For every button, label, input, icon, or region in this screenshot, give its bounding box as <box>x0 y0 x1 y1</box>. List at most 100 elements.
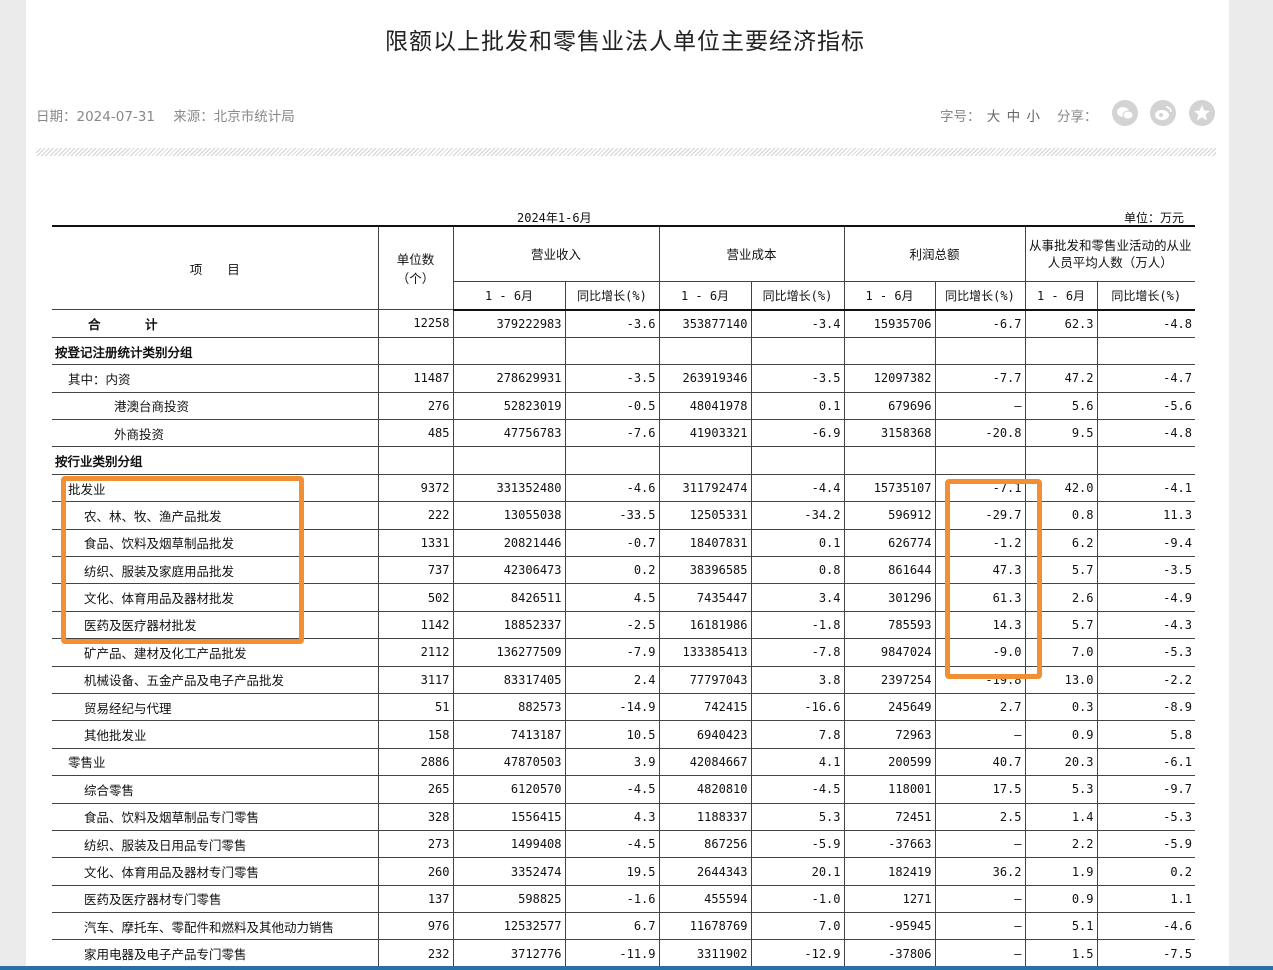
cell-profit-g: -19.8 <box>935 666 1026 694</box>
cell-cost: 12505331 <box>659 501 752 530</box>
cell-profit: -37663 <box>844 830 936 859</box>
table-row: 农、林、牧、渔产品批发 222 13055038 -33.5 12505331 -34.2… <box>52 501 1195 530</box>
cell-rev: 47870503 <box>453 748 566 777</box>
row-label: 家用电器及电子产品专门零售 <box>52 939 379 968</box>
cell-emp-g: -5.3 <box>1097 638 1195 667</box>
share-label: 分享： <box>1057 109 1098 125</box>
cell-rev-g: -7.6 <box>565 419 660 448</box>
cell-rev-g: -7.9 <box>565 638 660 667</box>
font-size-large[interactable]: 大 <box>987 109 1001 125</box>
publish-source: 来源：北京市统计局 <box>173 109 295 125</box>
cell-cost: 11678769 <box>659 912 752 941</box>
cell-cost-g: -4.5 <box>751 775 845 804</box>
table-row: 家用电器及电子产品专门零售 232 3712776 -11.9 3311902 -12.9… <box>52 939 1195 968</box>
cell-units: 2886 <box>378 748 454 777</box>
header-item: 项 目 <box>52 225 379 310</box>
cell-profit-g: -9.0 <box>935 638 1026 667</box>
cell-cost-g: 0.1 <box>751 529 845 558</box>
cell-rev-g: 2.4 <box>565 666 660 694</box>
cell-profit-g: 2.7 <box>935 693 1026 722</box>
cell-emp <box>1025 337 1098 366</box>
cell-emp: 2.2 <box>1025 830 1098 859</box>
cell-profit: 9847024 <box>844 638 936 667</box>
table-row: 纺织、服装及家庭用品批发 737 42306473 0.2 38396585 0.8 861… <box>52 556 1195 585</box>
cell-cost-g: 20.1 <box>751 857 845 886</box>
cell-cost <box>659 446 752 475</box>
cell-emp: 62.3 <box>1025 309 1098 338</box>
row-label: 贸易经纪与代理 <box>52 693 379 722</box>
cell-profit-g: — <box>935 830 1026 859</box>
row-label: 文化、体育用品及器材专门零售 <box>52 857 379 886</box>
wechat-icon[interactable] <box>1112 100 1138 126</box>
row-label: 港澳台商投资 <box>52 392 379 421</box>
cell-emp: 7.0 <box>1025 638 1098 667</box>
cell-rev <box>453 337 566 366</box>
cell-units: 9372 <box>378 474 454 503</box>
table-row: 矿产品、建材及化工产品批发 2112 136277509 -7.9 133385413-… <box>52 638 1195 667</box>
cell-rev: 598825 <box>453 885 566 914</box>
cell-units: 222 <box>378 501 454 530</box>
cell-cost-g: -6.9 <box>751 419 845 448</box>
table-row: 批发业 9372 331352480 -4.6 311792474 -4.4 1573510… <box>52 474 1195 503</box>
cell-cost-g: 0.1 <box>751 392 845 421</box>
cell-rev: 3712776 <box>453 939 566 968</box>
cell-profit-g: -7.7 <box>935 364 1026 393</box>
cell-profit-g: -29.7 <box>935 501 1026 530</box>
cell-emp: 13.0 <box>1025 666 1098 694</box>
row-label: 矿产品、建材及化工产品批发 <box>52 638 379 667</box>
cell-cost: 311792474 <box>659 474 752 503</box>
cell-cost-g: -4.4 <box>751 474 845 503</box>
row-label: 综合零售 <box>52 775 379 804</box>
cell-rev: 12532577 <box>453 912 566 941</box>
cell-profit-g <box>935 446 1026 475</box>
cell-cost-g: 7.8 <box>751 720 845 749</box>
cell-profit: 679696 <box>844 392 936 421</box>
cell-units: 1331 <box>378 529 454 558</box>
font-size-small[interactable]: 小 <box>1026 109 1040 125</box>
cell-emp: 5.1 <box>1025 912 1098 941</box>
weibo-icon[interactable] <box>1150 100 1176 126</box>
cell-cost-g: 0.8 <box>751 556 845 585</box>
cell-rev-g: 10.5 <box>565 720 660 749</box>
cell-profit-g: 2.5 <box>935 803 1026 831</box>
table-row: 文化、体育用品及器材批发 502 8426511 4.5 7435447 3.4 30129… <box>52 583 1195 612</box>
cell-rev-g: -4.6 <box>565 474 660 503</box>
cell-rev: 42306473 <box>453 556 566 585</box>
cell-profit-g: — <box>935 720 1026 749</box>
cell-cost: 38396585 <box>659 556 752 585</box>
row-label: 机械设备、五金产品及电子产品批发 <box>52 666 379 694</box>
cell-rev-g: -4.5 <box>565 830 660 859</box>
table-unit-caption: 单位：万元 <box>1124 211 1185 225</box>
cell-emp-g: -4.6 <box>1097 912 1195 941</box>
cell-rev <box>453 446 566 475</box>
cell-emp: 0.3 <box>1025 693 1098 722</box>
cell-rev: 7413187 <box>453 720 566 749</box>
cell-units: 2112 <box>378 638 454 667</box>
font-size-medium[interactable]: 中 <box>1007 109 1021 125</box>
cell-emp: 1.4 <box>1025 803 1098 831</box>
cell-cost-g: 3.4 <box>751 583 845 612</box>
cell-cost: 3311902 <box>659 939 752 968</box>
cell-profit-g: 36.2 <box>935 857 1026 886</box>
cell-rev: 882573 <box>453 693 566 722</box>
header-revenue: 营业收入 <box>453 224 660 282</box>
cell-profit <box>844 337 936 366</box>
cell-cost: 2644343 <box>659 857 752 886</box>
cell-units: 1142 <box>378 611 454 640</box>
table-row: 文化、体育用品及器材专门零售 260 3352474 19.5 2644343 20.1 1… <box>52 857 1195 886</box>
cell-rev-g: 4.3 <box>565 803 660 831</box>
table-period-caption: 2024年1-6月 <box>517 211 592 225</box>
economic-indicators-table: 项 目 单位数（个） 营业收入 营业成本 利润总额 从事批发和零售业活动的从业人… <box>52 224 1195 968</box>
cell-rev: 136277509 <box>453 638 566 667</box>
star-icon[interactable] <box>1189 100 1215 126</box>
cell-emp-g: 0.2 <box>1097 857 1195 886</box>
cell-units: 485 <box>378 419 454 448</box>
cell-emp-g: -4.8 <box>1097 309 1195 338</box>
row-label: 农、林、牧、渔产品批发 <box>52 501 379 530</box>
row-label: 医药及医疗器材批发 <box>52 611 379 640</box>
row-label: 汽车、摩托车、零配件和燃料及其他动力销售 <box>52 912 379 941</box>
cell-cost: 18407831 <box>659 529 752 558</box>
cell-units: 276 <box>378 392 454 421</box>
cell-cost-g: -3.5 <box>751 364 845 393</box>
cell-units: 265 <box>378 775 454 804</box>
